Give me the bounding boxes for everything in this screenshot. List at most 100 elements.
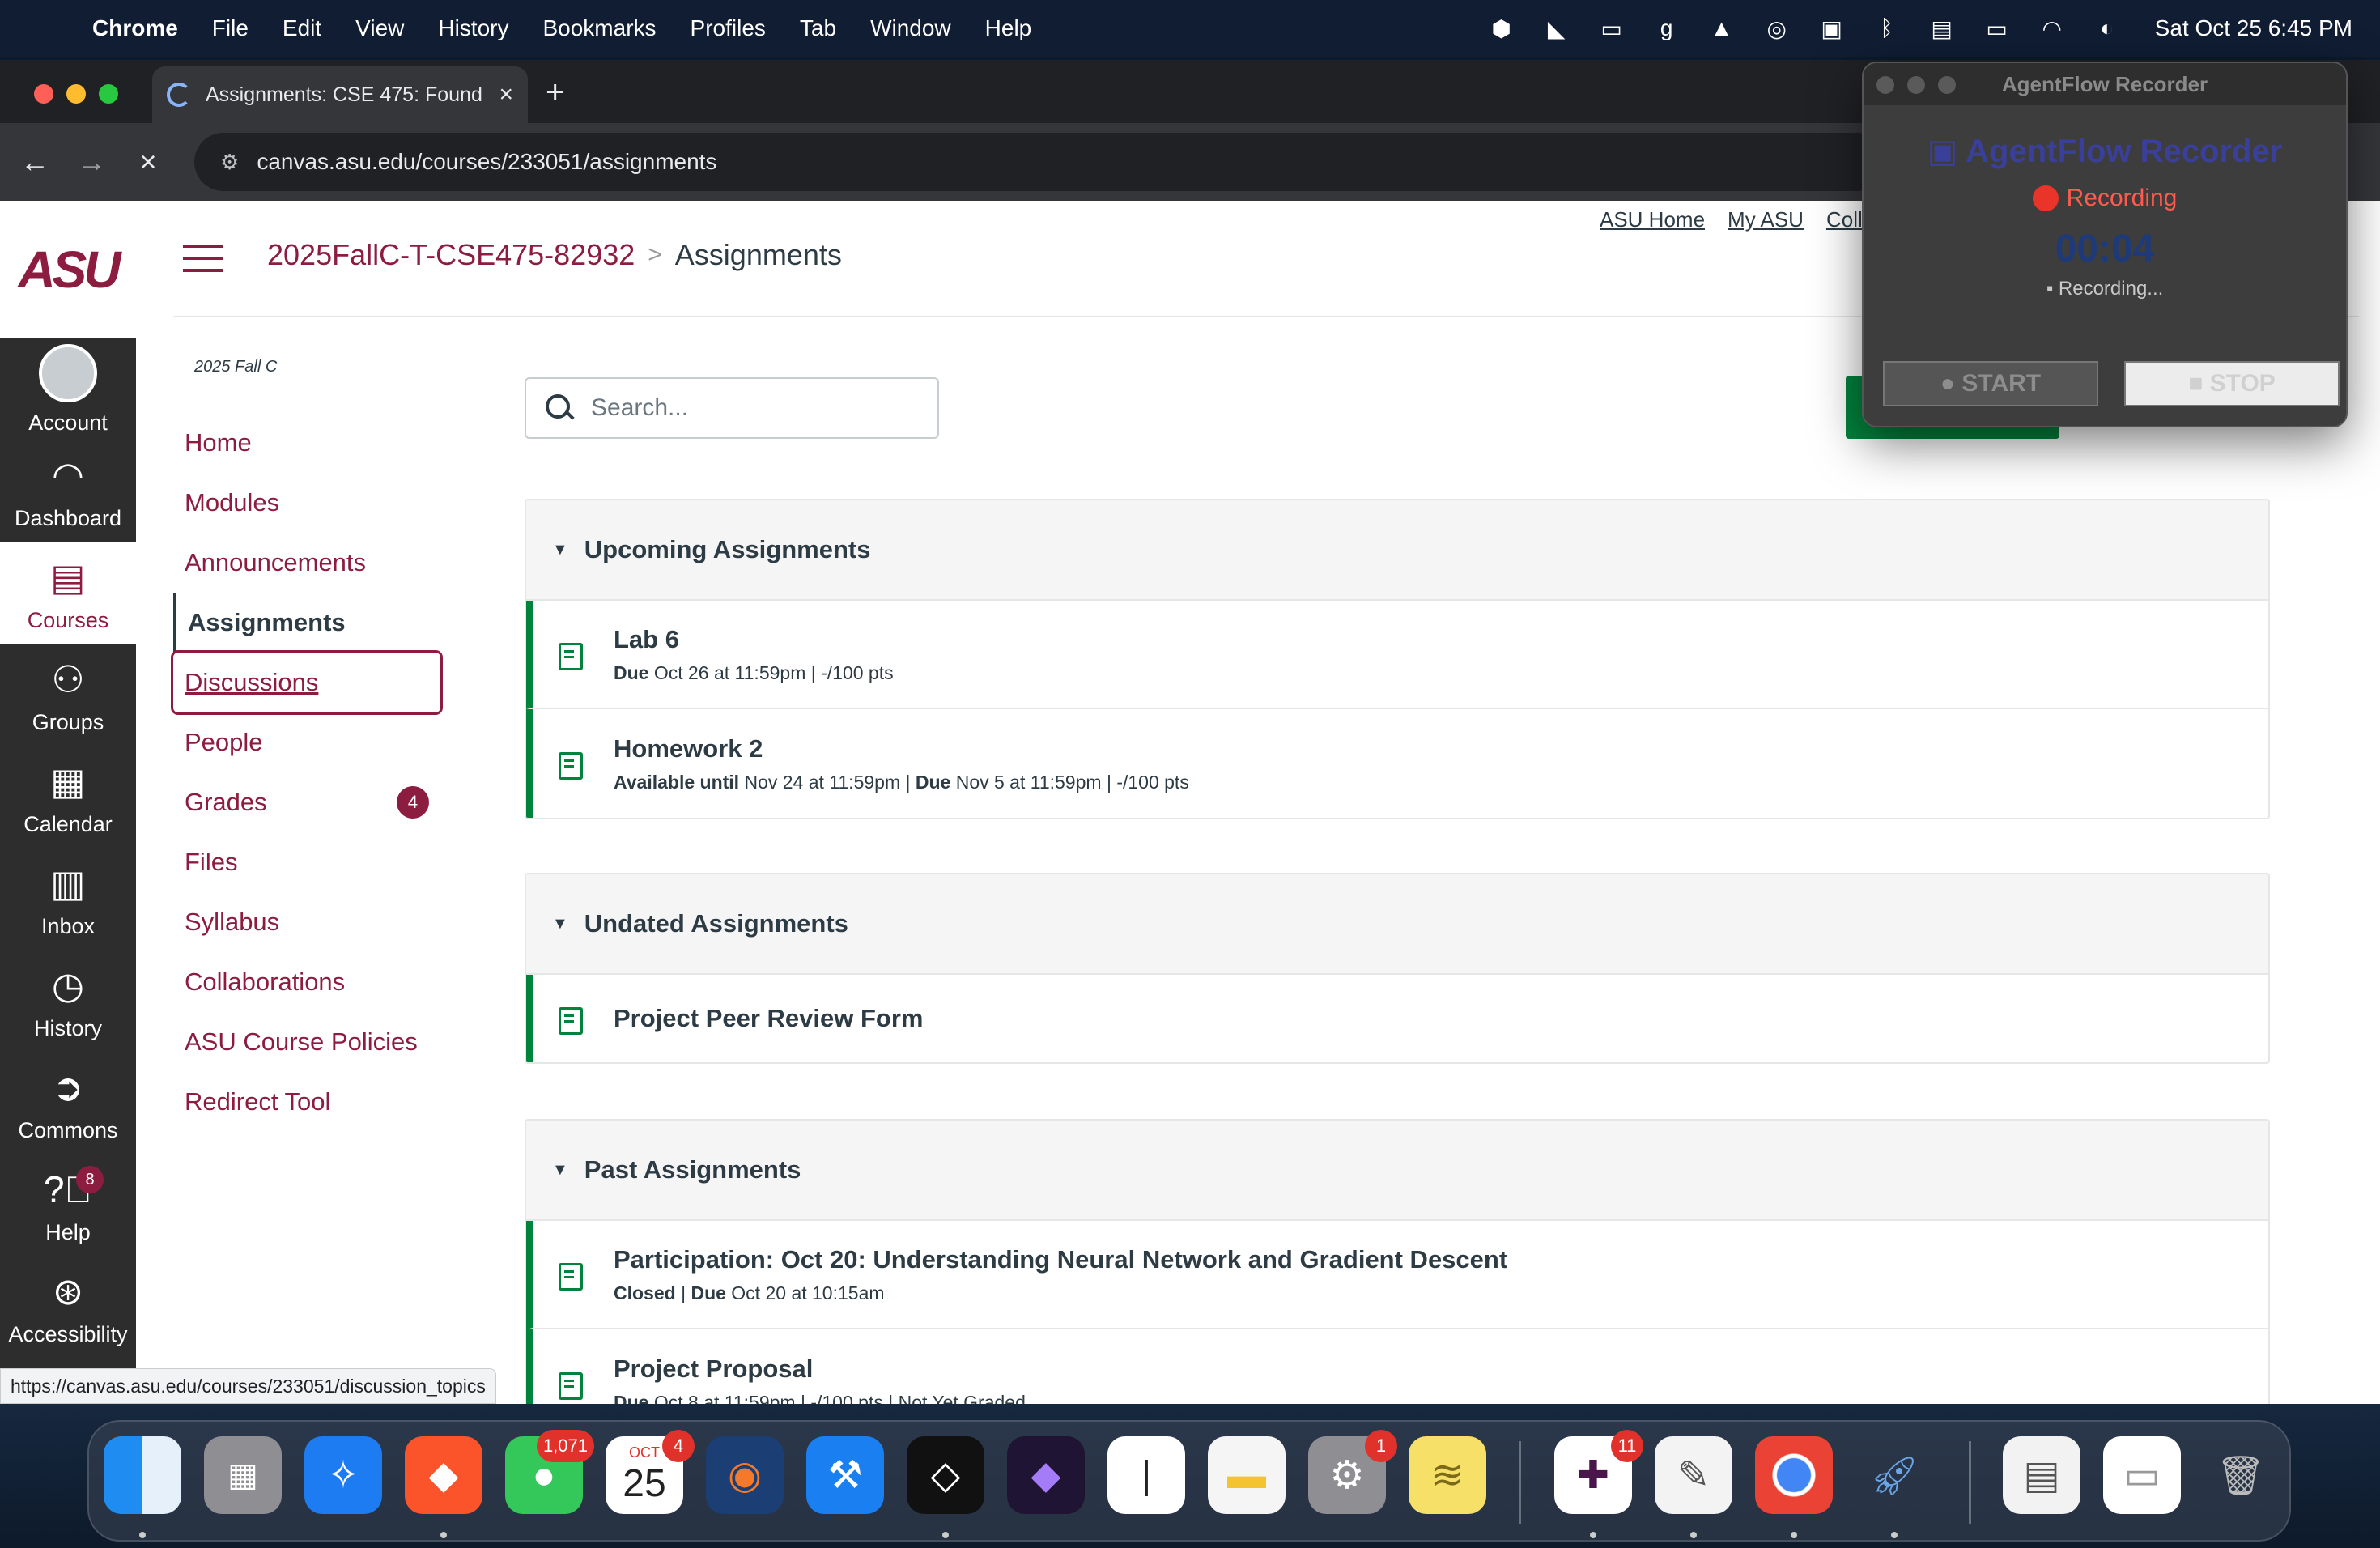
global-nav-help[interactable]: ?⃝ 8 Help [0, 1155, 136, 1257]
global-nav-accessibility[interactable]: ⊛ Accessibility [0, 1257, 136, 1359]
global-nav-calendar[interactable]: ▦ Calendar [0, 746, 136, 848]
recorder-minimize-icon[interactable] [1907, 76, 1925, 94]
assignment-row[interactable]: Homework 2 Available until Nov 24 at 11:… [526, 709, 2268, 818]
group-header[interactable]: ▼ Past Assignments [526, 1121, 2268, 1221]
brave-icon[interactable]: ◆ [405, 1436, 482, 1514]
calendar-app-icon[interactable]: OCT 25 4 [606, 1430, 695, 1514]
safari-icon[interactable]: ✧ [304, 1436, 382, 1514]
wifi-icon[interactable]: ◠ [2038, 16, 2066, 41]
chrome-icon[interactable] [1755, 1436, 1833, 1514]
global-nav-commons[interactable]: ➲ Commons [0, 1053, 136, 1155]
new-tab-icon[interactable]: + [546, 74, 564, 111]
asu-home-link[interactable]: ASU Home [1600, 207, 1705, 232]
global-nav-history[interactable]: ◷ History [0, 950, 136, 1053]
menu-view[interactable]: View [355, 15, 404, 41]
menu-history[interactable]: History [438, 15, 508, 41]
system-settings-icon[interactable]: ⚙ 1 [1308, 1430, 1397, 1514]
recorder-start-button[interactable]: ● START [1883, 361, 2098, 406]
grammarly-icon[interactable]: ◎ [1763, 16, 1791, 41]
browser-tab[interactable]: Assignments: CSE 475: Found × [152, 66, 528, 123]
course-nav-home[interactable]: Home [173, 413, 440, 473]
cast-icon[interactable]: ◣ [1543, 16, 1570, 41]
site-settings-icon[interactable]: ⚙ [220, 150, 239, 175]
recorder-zoom-icon[interactable] [1938, 76, 1956, 94]
course-nav-people[interactable]: People [173, 712, 440, 772]
search-input[interactable]: Search... [525, 377, 939, 439]
text-editor-icon[interactable]: | [1107, 1436, 1185, 1514]
recorder-stop-button[interactable]: ■ STOP [2124, 361, 2340, 406]
group-header[interactable]: ▼ Upcoming Assignments [526, 500, 2268, 601]
course-nav-discussions[interactable]: Discussions [171, 650, 443, 715]
rocket-icon[interactable]: 🚀︎ [1855, 1436, 1933, 1514]
group-header[interactable]: ▼ Undated Assignments [526, 874, 2268, 975]
unity-icon[interactable]: ◇ [907, 1436, 984, 1514]
window-close-icon[interactable] [34, 84, 53, 104]
tab-close-icon[interactable]: × [499, 81, 513, 108]
control-center-icon[interactable]: ◐ [2093, 15, 2121, 40]
assignment-row[interactable]: Project Proposal Due Oct 8 at 11:59pm | … [526, 1329, 2268, 1404]
menu-file[interactable]: File [212, 15, 249, 41]
slack-icon[interactable]: ✚ 11 [1554, 1430, 1643, 1514]
menu-tab[interactable]: Tab [800, 15, 836, 41]
recorder-close-icon[interactable] [1876, 76, 1894, 94]
asu-logo-area[interactable]: ASU [0, 201, 136, 338]
display-icon[interactable]: ▣ [1818, 16, 1846, 41]
assignment-title[interactable]: Project Peer Review Form [614, 1004, 924, 1033]
battery-icon[interactable]: ▭ [1983, 16, 2011, 41]
messages-icon[interactable]: ● 1,071 [505, 1430, 594, 1514]
finder-icon[interactable] [104, 1436, 181, 1514]
course-nav-files[interactable]: Files [173, 832, 440, 892]
menu-help[interactable]: Help [985, 15, 1032, 41]
course-nav-assignments[interactable]: Assignments [173, 593, 440, 653]
global-nav-courses[interactable]: ▤ Courses [0, 542, 136, 644]
assignment-title[interactable]: Homework 2 [614, 734, 1189, 763]
stickies-icon[interactable]: ≋ [1409, 1436, 1486, 1514]
recorder-titlebar[interactable]: AgentFlow Recorder [1864, 63, 2346, 105]
global-nav-account[interactable]: Account [0, 338, 136, 440]
global-nav-inbox[interactable]: ▥ Inbox [0, 848, 136, 950]
launchpad-icon[interactable]: ▦ [204, 1436, 282, 1514]
keyboard-layout-icon[interactable]: ▤ [1928, 16, 1956, 41]
window-zoom-icon[interactable] [99, 84, 118, 104]
document-stack-icon[interactable]: ▤ [2003, 1436, 2080, 1514]
assignment-title[interactable]: Participation: Oct 20: Understanding Neu… [614, 1245, 1507, 1274]
menu-edit[interactable]: Edit [283, 15, 321, 41]
my-asu-link[interactable]: My ASU [1728, 207, 1804, 232]
window-minimize-icon[interactable] [66, 84, 86, 104]
hamburger-menu-icon[interactable] [183, 245, 223, 272]
stop-loading-icon[interactable]: × [120, 145, 176, 179]
grammarly-g-icon[interactable]: g [1653, 15, 1681, 40]
bluetooth-icon[interactable]: ᛒ [1873, 15, 1901, 40]
keyboard-icon[interactable]: ▭ [1598, 16, 1626, 41]
trash-icon[interactable]: 🗑︎ [2202, 1436, 2280, 1514]
assignment-row[interactable]: Participation: Oct 20: Understanding Neu… [526, 1221, 2268, 1329]
course-nav-modules[interactable]: Modules [173, 473, 440, 533]
back-icon[interactable]: ← [6, 145, 63, 179]
downloads-stack-icon[interactable]: ▭ [2103, 1436, 2181, 1514]
breadcrumb-course-link[interactable]: 2025FallC-T-CSE475-82932 [267, 238, 635, 272]
global-nav-groups[interactable]: ⚇ Groups [0, 644, 136, 746]
address-bar[interactable]: ⚙ canvas.asu.edu/courses/233051/assignme… [194, 133, 1886, 191]
assignment-title[interactable]: Lab 6 [614, 625, 894, 654]
menu-app-name[interactable]: Chrome [92, 15, 178, 41]
cube-icon[interactable]: ⬢ [1488, 16, 1515, 41]
course-nav-syllabus[interactable]: Syllabus [173, 892, 440, 952]
obsidian-icon[interactable]: ◆ [1007, 1436, 1085, 1514]
textedit-icon[interactable]: ✎ [1655, 1436, 1732, 1514]
menu-bookmarks[interactable]: Bookmarks [542, 15, 656, 41]
forward-icon[interactable]: → [63, 145, 120, 179]
assignment-title[interactable]: Project Proposal [614, 1354, 1026, 1384]
course-nav-grades[interactable]: Grades 4 [173, 772, 440, 832]
course-nav-asu-course-policies[interactable]: ASU Course Policies [173, 1012, 440, 1072]
menubar-clock[interactable]: Sat Oct 25 6:45 PM [2155, 15, 2352, 41]
drive-icon[interactable]: ▲ [1708, 15, 1736, 40]
global-nav-dashboard[interactable]: ◠ Dashboard [0, 440, 136, 542]
menu-window[interactable]: Window [870, 15, 951, 41]
notes-icon[interactable]: ▬ [1208, 1436, 1286, 1514]
menu-profiles[interactable]: Profiles [691, 15, 766, 41]
course-nav-announcements[interactable]: Announcements [173, 533, 440, 593]
assignment-row[interactable]: Project Peer Review Form [526, 975, 2268, 1062]
xcode-icon[interactable]: ⚒ [806, 1436, 884, 1514]
course-nav-collaborations[interactable]: Collaborations [173, 952, 440, 1012]
blender-icon[interactable]: ◉ [706, 1436, 784, 1514]
